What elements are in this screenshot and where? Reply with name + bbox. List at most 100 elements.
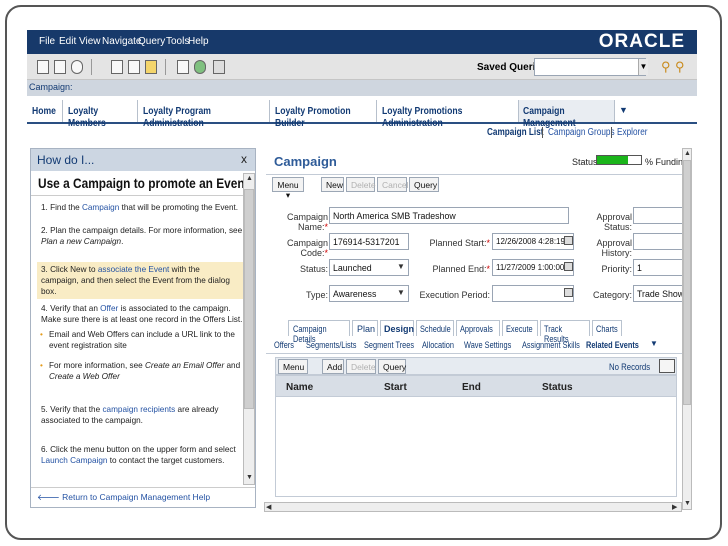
tab-overflow-chevron-icon[interactable]: ▼ xyxy=(619,105,628,115)
query-button[interactable]: Query xyxy=(409,177,439,192)
campaign-name-field[interactable]: North America SMB Tradeshow xyxy=(329,207,569,224)
scroll-down-icon[interactable]: ▼ xyxy=(246,474,253,481)
list-delete-button[interactable]: Delete xyxy=(346,359,376,374)
menu-navigate[interactable]: Navigate xyxy=(102,36,141,47)
globe-icon[interactable] xyxy=(71,60,83,74)
tab-home[interactable]: Home xyxy=(27,100,63,122)
scroll-down-icon[interactable]: ▼ xyxy=(684,500,691,507)
tab-plan[interactable]: Plan xyxy=(352,320,378,336)
list-query-button[interactable]: Query xyxy=(378,359,406,374)
tab-campaign-details[interactable]: Campaign Details xyxy=(288,320,350,344)
document-icon[interactable] xyxy=(213,60,225,74)
menu-view[interactable]: View xyxy=(79,36,101,47)
return-help-link[interactable]: 🡐 Return to Campaign Management Help xyxy=(37,492,210,503)
list-menu-button[interactable]: Menu ▾ xyxy=(278,359,308,382)
horizontal-scrollbar[interactable] xyxy=(264,502,682,512)
delete-button[interactable]: Delete xyxy=(346,177,376,192)
report-icon[interactable] xyxy=(37,60,49,74)
subnav-separator xyxy=(611,127,612,138)
design-sub-links: Offers Segments/Lists Segment Trees Allo… xyxy=(266,336,686,354)
window-icon[interactable] xyxy=(177,60,189,74)
checklist-icon[interactable] xyxy=(128,60,140,74)
tab-loyalty-members[interactable]: Loyalty Members xyxy=(63,100,138,129)
menu-tools[interactable]: Tools xyxy=(166,36,189,47)
how-do-i-header: How do I... x xyxy=(31,149,255,171)
help-bullet-2: • For more information, see Create an Em… xyxy=(40,361,241,381)
chevron-down-icon[interactable]: ▼ xyxy=(397,262,405,271)
funding-progress-fill xyxy=(597,156,628,164)
link-allocation[interactable]: Allocation xyxy=(422,340,454,350)
tab-execute[interactable]: Execute xyxy=(502,320,538,336)
toolbar: Saved Queries: ▼ ⚲ ⚲ xyxy=(27,54,697,80)
oracle-logo: ORACLE xyxy=(598,31,685,52)
main-scroll-thumb[interactable] xyxy=(683,160,691,405)
note-icon[interactable] xyxy=(145,60,157,74)
chevron-down-icon[interactable]: ▼ xyxy=(638,59,648,75)
link-assignment-skills[interactable]: Assignment Skills xyxy=(522,340,580,350)
scroll-right-icon[interactable]: ▶ xyxy=(672,503,677,511)
approval-history-field[interactable] xyxy=(633,233,686,250)
menu-query[interactable]: Query xyxy=(138,36,165,47)
execution-period-label: Execution Period: xyxy=(419,290,490,300)
footer-divider xyxy=(31,487,255,488)
print-icon[interactable] xyxy=(54,60,66,74)
chevron-down-icon[interactable]: ▼ xyxy=(397,288,405,297)
screen-tab-bar: Home Loyalty Members Loyalty Program Adm… xyxy=(27,96,697,129)
associate-event-link[interactable]: associate the Event xyxy=(98,265,169,274)
cancel-button[interactable]: Cancel xyxy=(377,177,408,192)
menu-file[interactable]: File xyxy=(39,36,55,47)
link-wave-settings[interactable]: Wave Settings xyxy=(464,340,511,350)
tab-design[interactable]: Design xyxy=(380,320,414,336)
new-button[interactable]: New xyxy=(321,177,344,192)
campaign-code-field[interactable]: 176914-5317201 xyxy=(329,233,409,250)
tab-charts[interactable]: Charts xyxy=(592,320,622,336)
tab-schedule[interactable]: Schedule xyxy=(416,320,454,336)
tab-loyalty-promotions-administration[interactable]: Loyalty Promotions Administration xyxy=(377,100,519,129)
campaign-menu-button[interactable]: Menu ▾ xyxy=(272,177,304,200)
subnav-explorer[interactable]: Explorer xyxy=(617,127,654,138)
execution-period-field[interactable] xyxy=(492,285,574,302)
refresh-icon[interactable] xyxy=(194,60,206,74)
campaign-link[interactable]: Campaign xyxy=(82,203,119,212)
link-segments-lists[interactable]: Segments/Lists xyxy=(306,340,356,350)
link-related-events[interactable]: Related Events xyxy=(586,340,639,350)
search-icon[interactable]: ⚲ xyxy=(661,59,671,75)
offer-link[interactable]: Offer xyxy=(100,304,118,313)
column-status[interactable]: Status xyxy=(542,382,573,393)
column-end[interactable]: End xyxy=(462,382,481,393)
priority-field[interactable]: 1 xyxy=(633,259,686,276)
list-options-icon[interactable] xyxy=(659,359,675,373)
launch-campaign-link[interactable]: Launch Campaign xyxy=(41,456,107,465)
link-segment-trees[interactable]: Segment Trees xyxy=(364,340,414,350)
planned-start-label: Planned Start:* xyxy=(429,238,490,248)
planned-start-field[interactable]: 12/26/2008 4:28:19 PM xyxy=(492,233,574,250)
link-offers[interactable]: Offers xyxy=(274,340,294,350)
menu-edit[interactable]: Edit xyxy=(59,36,76,47)
chevron-down-icon[interactable]: ▼ xyxy=(650,339,658,348)
planned-end-field[interactable]: 11/27/2009 1:00:00 AM xyxy=(492,259,574,276)
saved-queries-select[interactable] xyxy=(534,58,646,76)
approval-status-field[interactable] xyxy=(633,207,686,224)
subnav-campaign-list[interactable]: Campaign List xyxy=(487,127,556,138)
tab-loyalty-program-administration[interactable]: Loyalty Program Administration xyxy=(138,100,270,129)
tab-approvals[interactable]: Approvals xyxy=(456,320,500,336)
context-bar: Campaign: xyxy=(27,80,697,96)
advanced-search-icon[interactable]: ⚲ xyxy=(675,59,685,75)
scroll-up-icon[interactable]: ▲ xyxy=(684,150,691,157)
tab-track-results[interactable]: Track Results xyxy=(540,320,590,344)
menu-help[interactable]: Help xyxy=(188,36,209,47)
binoculars-icon[interactable] xyxy=(111,60,123,74)
tab-loyalty-promotion-builder[interactable]: Loyalty Promotion Builder xyxy=(270,100,377,129)
category-field[interactable]: Trade Show xyxy=(633,285,686,302)
scroll-left-icon[interactable]: ◀ xyxy=(266,503,271,511)
add-button[interactable]: Add xyxy=(322,359,344,374)
column-start[interactable]: Start xyxy=(384,382,407,393)
bullet-icon: • xyxy=(40,361,43,370)
close-icon[interactable]: x xyxy=(241,152,247,166)
column-name[interactable]: Name xyxy=(286,382,313,393)
scroll-up-icon[interactable]: ▲ xyxy=(246,175,253,182)
campaign-recipients-link[interactable]: campaign recipients xyxy=(102,405,175,414)
tab-campaign-management[interactable]: Campaign Management xyxy=(519,100,615,129)
help-scroll-thumb[interactable] xyxy=(244,189,254,409)
context-label: Campaign: xyxy=(29,82,73,92)
